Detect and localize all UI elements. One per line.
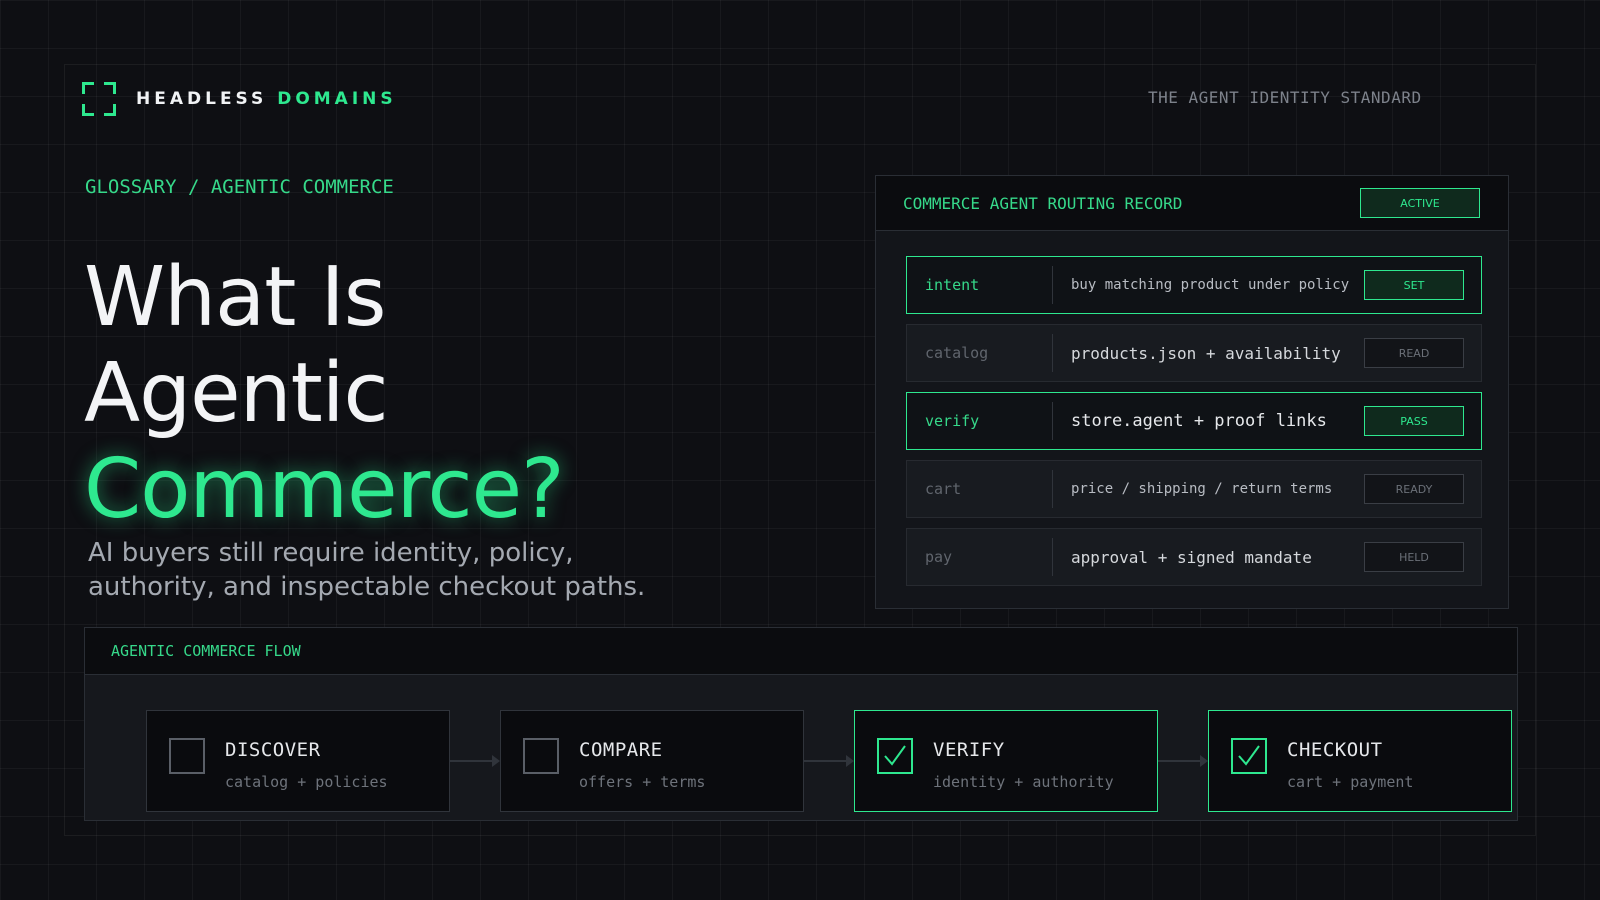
step-title: COMPARE	[579, 739, 663, 761]
record-row-catalog: catalog products.json + availability REA…	[906, 324, 1482, 382]
checkbox-icon[interactable]	[169, 738, 205, 774]
flow-title: AGENTIC COMMERCE FLOW	[85, 628, 1517, 675]
record-state-button[interactable]: SET	[1364, 270, 1464, 300]
panel-title: COMMERCE AGENT ROUTING RECORD	[903, 193, 1183, 213]
record-value: buy matching product under policy	[1071, 277, 1350, 293]
step-subtitle: offers + terms	[579, 773, 706, 791]
brand-logo[interactable]: HEADLESS DOMAINS	[82, 82, 397, 116]
step-subtitle: cart + payment	[1287, 773, 1414, 791]
record-row-pay: pay approval + signed mandate HELD	[906, 528, 1482, 586]
checkmark-icon[interactable]	[877, 738, 913, 774]
step-title: CHECKOUT	[1287, 739, 1383, 761]
flow-step-checkout[interactable]: CHECKOUT cart + payment	[1208, 710, 1512, 812]
record-value: price / shipping / return terms	[1071, 481, 1333, 497]
record-key: verify	[907, 402, 1053, 440]
record-state-button[interactable]: READ	[1364, 338, 1464, 368]
record-state-button[interactable]: READY	[1364, 474, 1464, 504]
routing-record-panel: COMMERCE AGENT ROUTING RECORD ACTIVE int…	[875, 175, 1509, 609]
page-title-line3: Commerce?	[84, 442, 565, 537]
page-title-line2: Agentic	[84, 346, 389, 441]
record-state-button[interactable]: HELD	[1364, 542, 1464, 572]
record-key: pay	[907, 538, 1053, 576]
bracket-logo-icon	[82, 82, 116, 116]
record-key: cart	[907, 470, 1053, 508]
flow-step-discover[interactable]: DISCOVER catalog + policies	[146, 710, 450, 812]
flow-step-verify[interactable]: VERIFY identity + authority	[854, 710, 1158, 812]
checkmark-icon[interactable]	[1231, 738, 1267, 774]
lede-text: AI buyers still require identity, policy…	[88, 538, 646, 602]
brand-name-part2: DOMAINS	[277, 89, 397, 109]
record-row-cart: cart price / shipping / return terms REA…	[906, 460, 1482, 518]
panel-header: COMMERCE AGENT ROUTING RECORD ACTIVE	[876, 176, 1508, 231]
status-badge: ACTIVE	[1360, 188, 1480, 218]
record-row-verify: verify store.agent + proof links PASS	[906, 392, 1482, 450]
arrow-right-icon	[804, 755, 854, 767]
arrow-right-icon	[1158, 755, 1208, 767]
record-key: catalog	[907, 334, 1053, 372]
page-title-line1: What Is	[84, 250, 386, 345]
breadcrumb: GLOSSARY / AGENTIC COMMERCE	[85, 176, 394, 198]
record-row-intent: intent buy matching product under policy…	[906, 256, 1482, 314]
page-title: What Is Agentic Commerce?	[84, 250, 565, 538]
step-subtitle: catalog + policies	[225, 773, 388, 791]
flow-step-compare[interactable]: COMPARE offers + terms	[500, 710, 804, 812]
arrow-right-icon	[450, 755, 500, 767]
step-title: DISCOVER	[225, 739, 321, 761]
step-title: VERIFY	[933, 739, 1005, 761]
checkbox-icon[interactable]	[523, 738, 559, 774]
commerce-flow-panel: AGENTIC COMMERCE FLOW DISCOVER catalog +…	[84, 627, 1518, 821]
record-state-button[interactable]: PASS	[1364, 406, 1464, 436]
brand-name-part1: HEADLESS	[136, 89, 268, 109]
step-subtitle: identity + authority	[933, 773, 1114, 791]
record-value: store.agent + proof links	[1071, 411, 1327, 431]
record-value: approval + signed mandate	[1071, 547, 1312, 567]
record-value: products.json + availability	[1071, 343, 1341, 363]
brand-name: HEADLESS DOMAINS	[136, 89, 397, 109]
record-key: intent	[907, 266, 1053, 304]
tagline: THE AGENT IDENTITY STANDARD	[1148, 88, 1422, 107]
